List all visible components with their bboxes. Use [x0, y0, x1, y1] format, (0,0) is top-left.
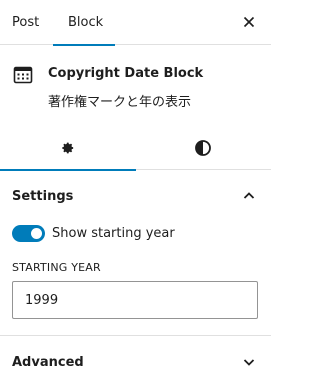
- block-card: Copyright Date Block 著作権マークと年の表示: [0, 45, 271, 123]
- starting-year-input[interactable]: [12, 281, 258, 319]
- starting-year-label: STARTING YEAR: [12, 261, 101, 274]
- close-icon[interactable]: [241, 14, 257, 30]
- advanced-panel-title: Advanced: [12, 355, 84, 370]
- chevron-down-icon: [243, 359, 255, 366]
- gear-icon: [62, 142, 74, 154]
- block-description: 著作権マークと年の表示: [48, 95, 192, 110]
- inspector-tabs: [0, 124, 272, 171]
- advanced-panel-header[interactable]: Advanced: [0, 337, 271, 391]
- tab-block[interactable]: Block: [52, 0, 116, 46]
- block-title: Copyright Date Block: [48, 66, 204, 81]
- settings-panel: Settings Show starting year STARTING YEA…: [0, 171, 271, 336]
- tab-post[interactable]: Post: [12, 0, 39, 45]
- toggle-knob: [31, 228, 42, 239]
- tab-settings[interactable]: [0, 124, 136, 171]
- settings-panel-title: Settings: [12, 189, 74, 204]
- settings-panel-header[interactable]: Settings: [0, 171, 271, 221]
- calendar-icon: [13, 65, 33, 85]
- tab-styles[interactable]: [136, 124, 272, 170]
- contrast-icon: [195, 140, 211, 156]
- show-starting-year-row: Show starting year: [12, 223, 252, 243]
- chevron-up-icon: [243, 192, 255, 199]
- show-starting-year-toggle[interactable]: [12, 225, 45, 242]
- sidebar-tabs: Post Block: [0, 0, 271, 46]
- show-starting-year-label[interactable]: Show starting year: [52, 226, 175, 241]
